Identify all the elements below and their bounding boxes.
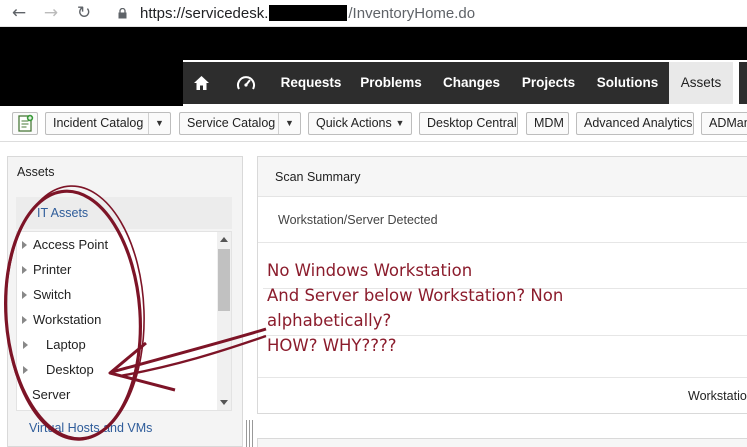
scan-summary-header: Scan Summary	[258, 157, 747, 197]
address-bar[interactable]: https://servicedesk. /InventoryHome.do	[140, 5, 475, 22]
reload-icon[interactable]: ↻	[74, 3, 94, 23]
url-path: /InventoryHome.do	[348, 5, 476, 22]
tree-item-switch[interactable]: Switch	[22, 282, 71, 307]
tree-item-server[interactable]: Server	[32, 382, 70, 407]
asset-tree: Access Point Printer Switch Workstation …	[16, 231, 232, 411]
tab-problems[interactable]: Problems	[350, 62, 432, 104]
it-assets-section[interactable]: IT Assets	[16, 197, 232, 229]
divider	[258, 242, 747, 243]
expand-arrow-icon[interactable]	[22, 241, 27, 249]
browser-toolbar: ← → ↻ https://servicedesk. /InventoryHome…	[0, 0, 747, 27]
expand-arrow-icon[interactable]	[22, 316, 27, 324]
expand-arrow-icon[interactable]	[23, 366, 28, 374]
tree-item-workstation[interactable]: Workstation	[22, 307, 101, 332]
expand-arrow-icon[interactable]	[22, 291, 27, 299]
dashboard-gauge-icon[interactable]	[236, 74, 256, 92]
main-nav: Requests Problems Changes Projects Solut…	[183, 62, 747, 104]
redaction-band	[0, 27, 747, 60]
chevron-down-icon: ▼	[148, 113, 170, 134]
next-panel-edge	[257, 438, 747, 447]
workstation-legend-label: Workstation	[688, 389, 747, 403]
forward-arrow-icon[interactable]: →	[41, 3, 61, 23]
tree-scrollbar[interactable]	[217, 232, 231, 410]
scroll-down-icon[interactable]	[220, 400, 228, 405]
annotation-line: No Windows Workstation	[267, 261, 473, 280]
tab-requests[interactable]: Requests	[272, 62, 350, 104]
redaction-logo-area	[0, 60, 183, 106]
panel-splitter[interactable]	[244, 420, 254, 447]
advanced-analytics-button[interactable]: Advanced Analytics	[576, 112, 694, 135]
expand-arrow-icon[interactable]	[23, 341, 28, 349]
detected-subheader: Workstation/Server Detected	[278, 213, 438, 227]
incident-catalog-label: Incident Catalog	[53, 116, 144, 130]
tree-item-desktop[interactable]: Desktop	[23, 357, 94, 382]
assets-sidebar: Assets IT Assets Access Point Printer Sw…	[7, 156, 243, 447]
tab-solutions[interactable]: Solutions	[586, 62, 669, 104]
chevron-down-icon: ▼	[395, 118, 405, 128]
scroll-thumb[interactable]	[218, 249, 230, 311]
scroll-up-icon[interactable]	[220, 237, 228, 242]
tree-item-printer[interactable]: Printer	[22, 257, 71, 282]
annotation-line: HOW? WHY????	[267, 336, 397, 355]
annotation-line: And Server below Workstation? Non	[267, 286, 564, 305]
quick-toolbar: Incident Catalog ▼ Service Catalog ▼ Qui…	[0, 106, 747, 142]
annotation-line: alphabetically?	[267, 311, 392, 330]
quick-actions-dropdown[interactable]: Quick Actions ▼	[308, 112, 412, 135]
tab-changes[interactable]: Changes	[432, 62, 511, 104]
scan-summary-title: Scan Summary	[275, 170, 361, 184]
tree-item-access-point[interactable]: Access Point	[22, 232, 108, 257]
virtual-hosts-section[interactable]: Virtual Hosts and VMs	[29, 421, 152, 435]
tree-item-laptop[interactable]: Laptop	[23, 332, 86, 357]
new-request-icon[interactable]	[12, 112, 38, 135]
screenshot-root: { "browser": { "url_host": "https://serv…	[0, 0, 747, 447]
url-host: https://servicedesk.	[140, 5, 269, 22]
home-icon[interactable]	[193, 75, 210, 91]
expand-arrow-icon[interactable]	[22, 266, 27, 274]
divider	[258, 377, 747, 378]
annotation-text: No Windows Workstation And Server below …	[267, 258, 563, 358]
chevron-down-icon: ▼	[278, 113, 300, 134]
quick-actions-label: Quick Actions	[316, 116, 392, 130]
incident-catalog-dropdown[interactable]: Incident Catalog ▼	[45, 112, 171, 135]
mdm-button[interactable]: MDM	[526, 112, 569, 135]
it-assets-label: IT Assets	[37, 206, 89, 220]
back-arrow-icon[interactable]: ←	[9, 3, 29, 23]
tab-assets[interactable]: Assets	[669, 62, 739, 104]
desktop-central-button[interactable]: Desktop Central	[419, 112, 518, 135]
adman-button[interactable]: ADMan	[701, 112, 747, 135]
service-catalog-label: Service Catalog	[187, 116, 276, 130]
service-catalog-dropdown[interactable]: Service Catalog ▼	[179, 112, 301, 135]
tab-projects[interactable]: Projects	[511, 62, 586, 104]
lock-icon	[118, 8, 127, 19]
redaction-box	[269, 5, 348, 21]
sidebar-title: Assets	[17, 165, 55, 179]
